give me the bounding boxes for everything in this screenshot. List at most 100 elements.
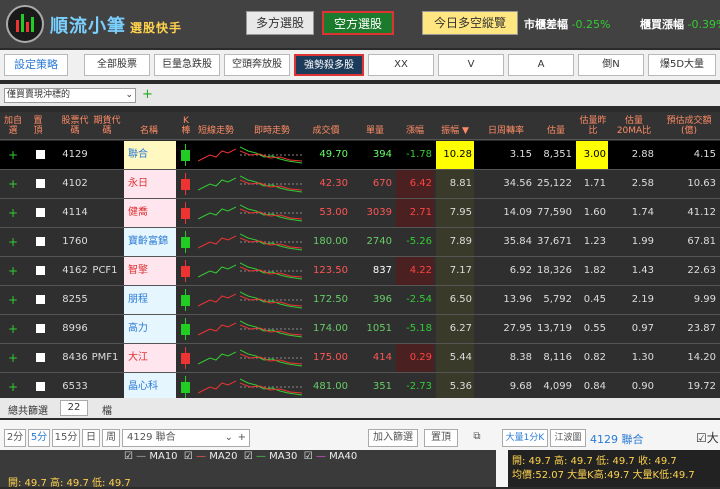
amplitude: 10.28	[436, 141, 474, 169]
right-checkbox[interactable]: ☑大	[696, 429, 719, 446]
add-watch-icon[interactable]: +	[6, 373, 20, 401]
add-watch-icon[interactable]: +	[6, 286, 20, 314]
short-trend-chart	[198, 380, 236, 394]
long-pick-tab[interactable]: 多方選股	[246, 11, 314, 35]
table-row[interactable]: +8996 高力 174.00 1051 -5.18 6.27 27.95 13,719 0.5…	[0, 315, 720, 344]
table-row[interactable]: +4129 聯合 49.70 394 -1.78 10.28 3.15 8,351 3.00 2.…	[0, 141, 720, 170]
pin-button[interactable]: 置頂	[424, 429, 458, 447]
add-watch-icon[interactable]: +	[6, 315, 20, 343]
change: -2.54	[406, 294, 432, 305]
filter-bear[interactable]: 空頭奔放股	[224, 54, 290, 76]
period-5min[interactable]: 5分	[28, 429, 50, 447]
est-20ma-ratio: 1.74	[631, 207, 654, 218]
short-trend-chart	[198, 264, 236, 278]
pin-checkbox[interactable]	[34, 199, 46, 227]
fut-code	[90, 199, 120, 227]
ma40-checkbox[interactable]: ☑	[304, 451, 313, 462]
fut-code: PCF1	[92, 265, 118, 276]
stock-name[interactable]: 寶齡富錦	[124, 228, 176, 256]
pin-checkbox[interactable]	[34, 315, 46, 343]
stock-select[interactable]: 4129 聯合 ⌄ +	[122, 429, 250, 447]
short-pick-tab[interactable]: 空方選股	[322, 11, 394, 35]
fut-code: PMF1	[91, 352, 119, 363]
period-day[interactable]: 日	[82, 429, 100, 447]
live-trend-chart	[240, 291, 302, 309]
filter-xx[interactable]: XX	[368, 54, 434, 76]
est-ratio: 1.60	[583, 207, 606, 218]
table-row[interactable]: +4114 健喬 53.00 3039 2.71 7.95 14.09 77,590 1.60 1…	[0, 199, 720, 228]
filter-volume-drop[interactable]: 巨量急跌股	[154, 54, 220, 76]
chart-panel: ☑ — MA10 ☑ — MA20 ☑ — MA30 ☑ — MA40 開: 4…	[0, 450, 496, 489]
table-row[interactable]: +4102 永日 42.30 670 6.42 8.81 34.56 25,122 1.71 2.…	[0, 170, 720, 199]
stock-name[interactable]: 晶心科	[124, 373, 176, 401]
est-volume: 77,590	[537, 207, 572, 218]
ma20-checkbox[interactable]: ☑	[184, 451, 193, 462]
change: -5.26	[406, 236, 432, 247]
stock-code: 4129	[62, 149, 88, 160]
stock-name[interactable]: 高力	[124, 315, 176, 343]
add-watch-icon[interactable]: +	[6, 257, 20, 285]
stock-name[interactable]: 聯合	[124, 141, 176, 169]
est-ratio: 0.82	[583, 352, 606, 363]
period-2min[interactable]: 2分	[4, 429, 26, 447]
pin-checkbox[interactable]	[34, 170, 46, 198]
table-row[interactable]: +1760 寶齡富錦 180.00 2740 -5.26 7.89 35.84 37,671 1…	[0, 228, 720, 257]
pin-checkbox[interactable]	[34, 141, 46, 169]
add-watch-icon[interactable]: +	[6, 141, 20, 169]
total-label: 總共篩選	[8, 406, 48, 417]
add-icon[interactable]: +	[142, 87, 153, 102]
est-ratio: 3.00	[576, 141, 608, 169]
dropdown-bar: 僅買賣現沖標的 ⌄ +	[0, 84, 720, 106]
add-watch-icon[interactable]: +	[6, 344, 20, 372]
app-title: 順流小筆 選股快手	[50, 16, 183, 37]
short-trend-chart	[198, 235, 236, 249]
tab-wave[interactable]: 江波圖	[550, 429, 586, 447]
volume: 2740	[366, 236, 392, 247]
stock-name[interactable]: 永日	[124, 170, 176, 198]
stock-name[interactable]: 智擎	[124, 257, 176, 285]
stock-name[interactable]: 大江	[124, 344, 176, 372]
turnover: 14.09	[503, 207, 532, 218]
stock-name[interactable]: 健喬	[124, 199, 176, 227]
table-row[interactable]: +8436 PMF1 大江 175.00 414 0.29 5.44 8.38 8,116 0.8…	[0, 344, 720, 373]
period-week[interactable]: 周	[102, 429, 120, 447]
header-kbar: K棒	[181, 116, 191, 136]
target-select[interactable]: 僅買賣現沖標的 ⌄	[4, 88, 136, 103]
k-bar	[180, 315, 192, 343]
period-15min[interactable]: 15分	[52, 429, 80, 447]
add-watch-icon[interactable]: +	[6, 199, 20, 227]
filter-a[interactable]: A	[508, 54, 574, 76]
filter-v[interactable]: V	[438, 54, 504, 76]
header-est-ratio: 估量昨比	[579, 116, 607, 136]
today-overview-tab[interactable]: 今日多空縱覽	[422, 11, 518, 35]
pin-checkbox[interactable]	[34, 344, 46, 372]
amplitude: 7.95	[436, 199, 474, 227]
change: 0.29	[396, 344, 434, 372]
ma10-checkbox[interactable]: ☑	[124, 451, 133, 462]
table-row[interactable]: +8255 朋程 172.50 396 -2.54 6.50 13.96 5,792 0.45 2…	[0, 286, 720, 315]
ma30-checkbox[interactable]: ☑	[244, 451, 253, 462]
price: 481.00	[313, 381, 348, 392]
filter-5d-volume[interactable]: 爆5D大量	[648, 54, 716, 76]
k-bar	[180, 228, 192, 256]
pin-checkbox[interactable]	[34, 257, 46, 285]
strategy-button[interactable]: 設定策略	[4, 54, 68, 76]
bottom-panel: 2分 5分 15分 日 周 4129 聯合 ⌄ + 加入篩選 置頂 ⧉ ☑ — MA…	[0, 420, 720, 489]
filter-strong-kill[interactable]: 強勢殺多股	[294, 54, 364, 76]
pin-checkbox[interactable]	[34, 373, 46, 401]
pin-checkbox[interactable]	[34, 228, 46, 256]
add-filter-button[interactable]: 加入篩選	[368, 429, 418, 447]
add-watch-icon[interactable]: +	[6, 228, 20, 256]
stock-name[interactable]: 朋程	[124, 286, 176, 314]
amplitude: 8.81	[436, 170, 474, 198]
table-row[interactable]: +4162 PCF1 智擎 123.50 837 4.22 7.17 6.92 18,326 1.…	[0, 257, 720, 286]
filter-all[interactable]: 全部股票	[84, 54, 150, 76]
short-trend-chart	[198, 293, 236, 307]
change: 6.42	[396, 170, 434, 198]
pin-checkbox[interactable]	[34, 286, 46, 314]
add-watch-icon[interactable]: +	[6, 170, 20, 198]
tab-big-volume[interactable]: 大量1分K	[502, 429, 548, 447]
expand-icon[interactable]: ⧉	[466, 429, 488, 447]
filter-n[interactable]: 倒N	[578, 54, 644, 76]
stock-code: 8996	[62, 323, 88, 334]
